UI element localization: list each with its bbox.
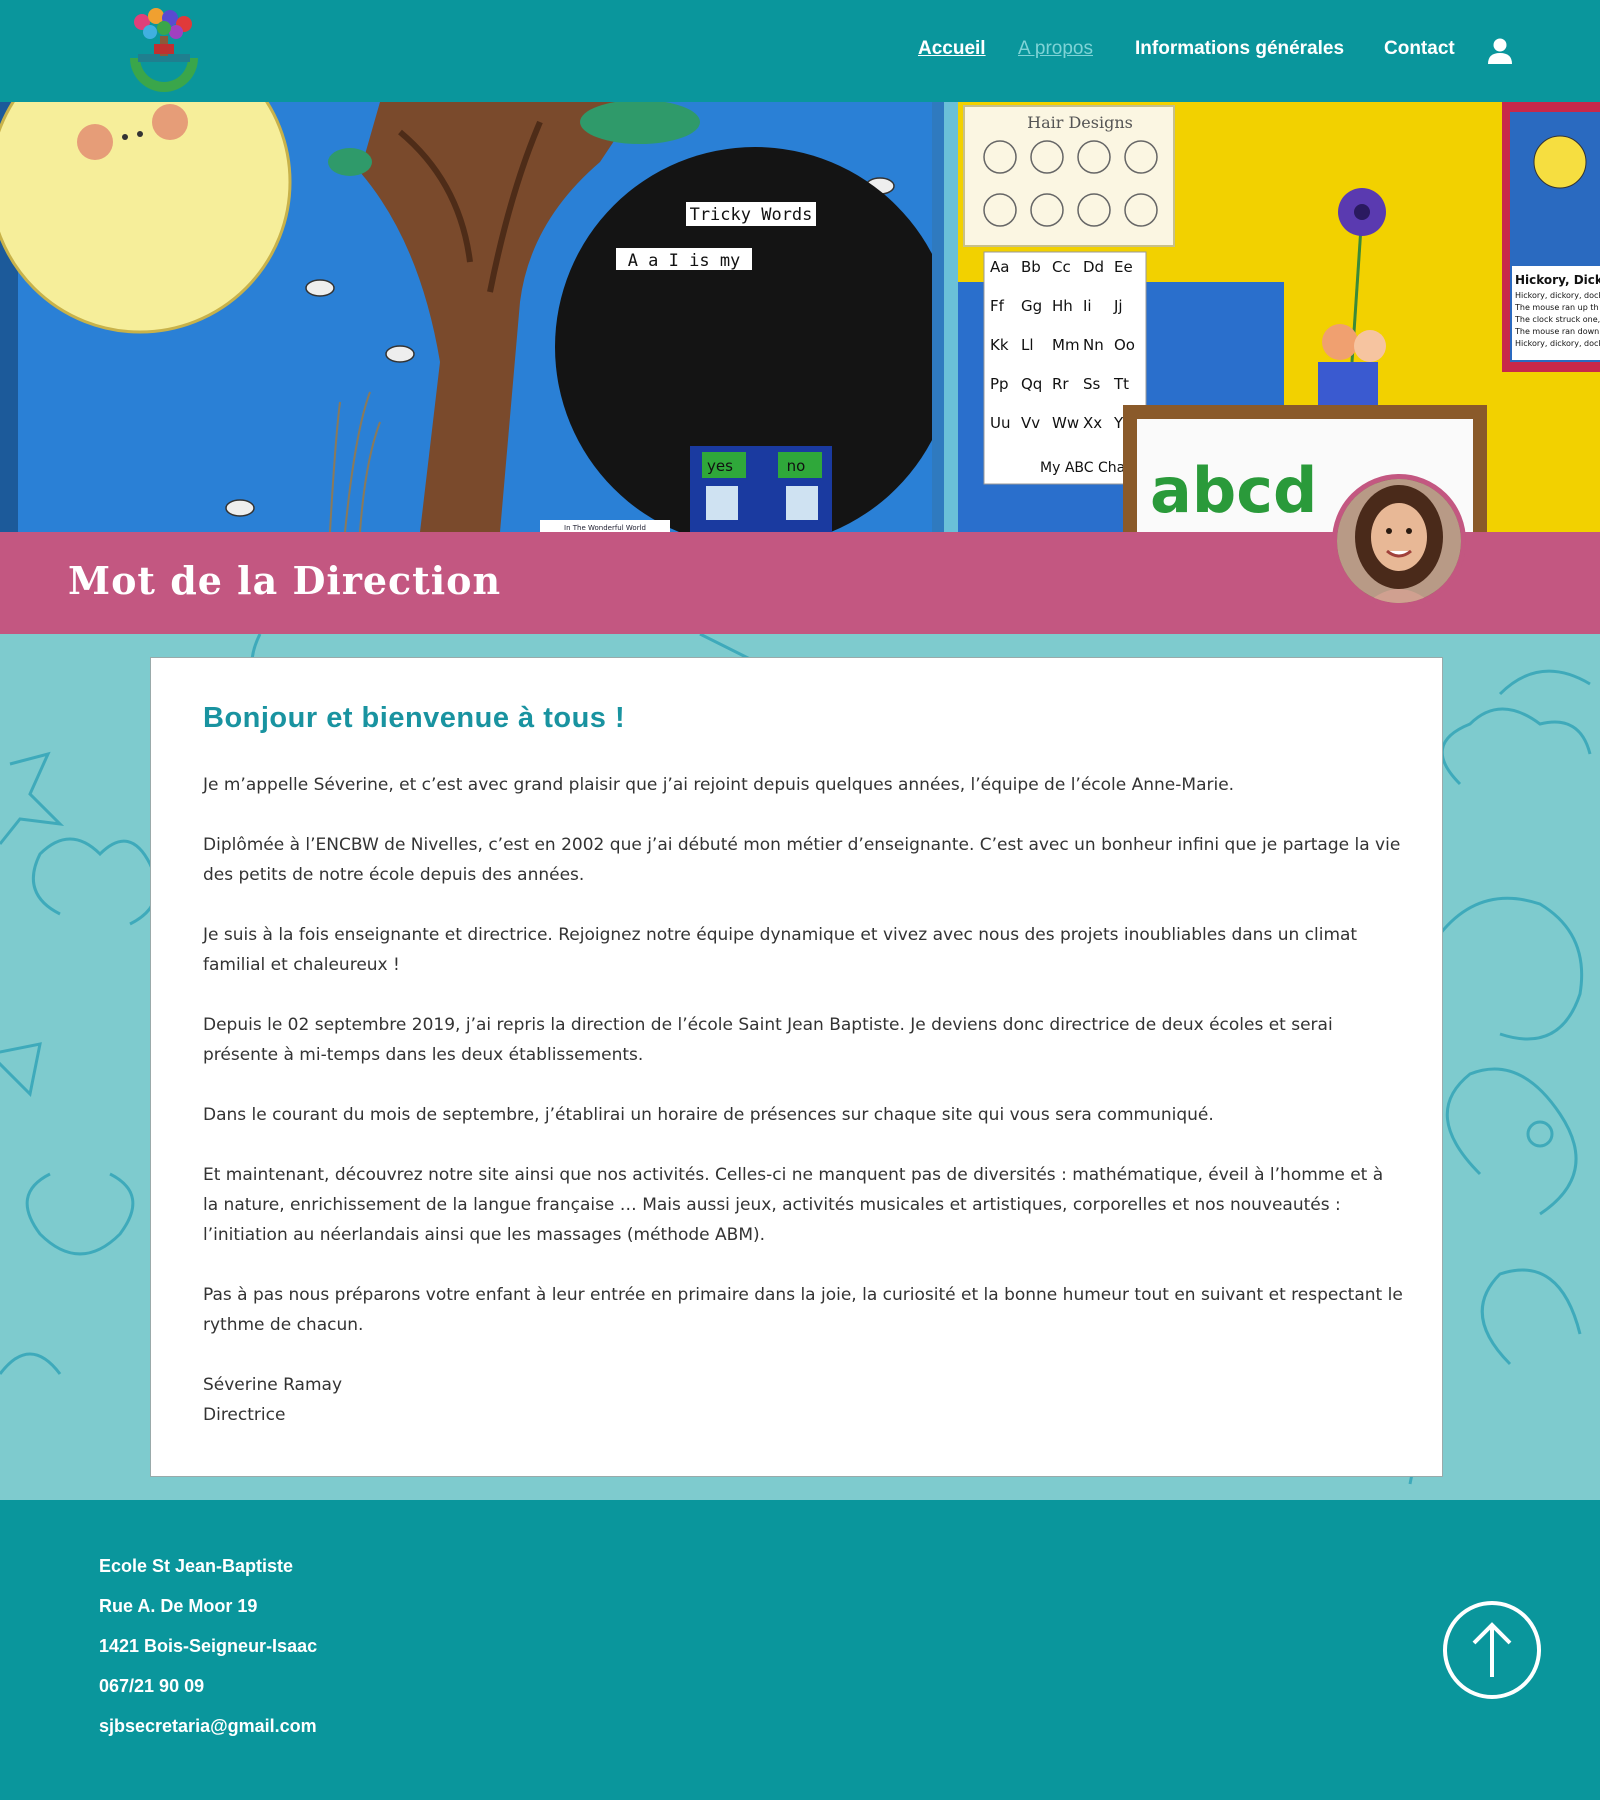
hickory-line: Hickory, dickory, dock — [1515, 339, 1600, 348]
content-section: Bonjour et bienvenue à tous ! Je m’appel… — [0, 634, 1600, 1500]
hickory-poem: Hickory, dickory, dock The mouse ran up t… — [1514, 291, 1600, 348]
nav-contact[interactable]: Contact — [1384, 38, 1455, 60]
alphabet-pair: Ii — [1083, 297, 1092, 315]
paragraph: Pas à pas nous préparons votre enfant à … — [203, 1285, 1403, 1335]
yes-card: yes — [707, 457, 733, 475]
alphabet-pair: Jj — [1113, 297, 1123, 315]
main-nav: Accueil A propos Informations générales … — [0, 0, 1600, 102]
alphabet-pair: Mm — [1052, 336, 1080, 354]
arrow-up-icon — [1472, 1622, 1512, 1677]
alphabet-pair: Hh — [1052, 297, 1073, 315]
alphabet-pair: Vv — [1021, 414, 1040, 432]
alphabet-pair: Ff — [990, 297, 1005, 315]
magnet-letters: abcd — [1150, 454, 1317, 527]
welcome-text: Je m’appelle Séverine, et c’est avec gra… — [203, 770, 1403, 1430]
alphabet-pair: Dd — [1083, 258, 1104, 276]
abc-chart-label: My ABC Cha — [1040, 460, 1125, 476]
nav-a-propos[interactable]: A propos — [1018, 38, 1093, 60]
footer-city: 1421 Bois-Seigneur-Isaac — [99, 1636, 318, 1656]
alphabet-pair: Rr — [1052, 375, 1069, 393]
alphabet-pair: Pp — [990, 375, 1009, 393]
nav-accueil[interactable]: Accueil — [918, 38, 986, 60]
signature-role: Directrice — [203, 1405, 286, 1425]
hero-classroom-image: Tricky Words A a I is my yes no In The W… — [0, 102, 1600, 532]
site-footer: Ecole St Jean-Baptiste Rue A. De Moor 19… — [0, 1500, 1600, 1800]
alphabet-pair: Oo — [1114, 336, 1135, 354]
alphabet-pair: Y — [1113, 414, 1124, 432]
alphabet-pair: Ll — [1021, 336, 1034, 354]
director-avatar — [1332, 474, 1466, 608]
paragraph: Je suis à la fois enseignante et directr… — [203, 925, 1358, 975]
alphabet-pair: Tt — [1113, 375, 1129, 393]
contact-info: Ecole St Jean-Baptiste Rue A. De Moor 19… — [99, 1556, 317, 1756]
paragraph: Depuis le 02 septembre 2019, j’ai repris… — [203, 1015, 1333, 1065]
paragraph: Et maintenant, découvrez notre site ains… — [203, 1165, 1384, 1245]
book-title: In The Wonderful World — [564, 524, 646, 532]
alphabet-pair: Qq — [1021, 375, 1042, 393]
welcome-card: Bonjour et bienvenue à tous ! Je m’appel… — [150, 657, 1443, 1477]
signature-name: Séverine Ramay — [203, 1375, 343, 1395]
hickory-line: The mouse ran down — [1514, 327, 1599, 336]
alphabet-pair: Ww — [1052, 414, 1079, 432]
hickory-line: Hickory, dickory, dock — [1515, 291, 1600, 300]
welcome-heading: Bonjour et bienvenue à tous ! — [203, 702, 626, 734]
alphabet-pair: Kk — [990, 336, 1009, 354]
footer-phone[interactable]: 067/21 90 09 — [99, 1676, 317, 1716]
alphabet-pair: Nn — [1083, 336, 1104, 354]
hair-designs-poster-title: Hair Designs — [1027, 113, 1133, 132]
hickory-line: The mouse ran up th — [1514, 303, 1599, 312]
alphabet-pair: Bb — [1021, 258, 1041, 276]
letters-sign: A a I is my — [628, 251, 741, 271]
alphabet-pair: Cc — [1052, 258, 1071, 276]
tricky-words-sign: Tricky Words — [690, 205, 813, 225]
site-header: Accueil A propos Informations générales … — [0, 0, 1600, 102]
alphabet-pair: Ee — [1114, 258, 1133, 276]
nav-informations-generales[interactable]: Informations générales — [1135, 38, 1344, 60]
alphabet-pair: Uu — [990, 414, 1011, 432]
hickory-line: The clock struck one, — [1514, 315, 1600, 324]
paragraph: Diplômée à l’ENCBW de Nivelles, c’est en… — [203, 835, 1401, 885]
footer-school-name: Ecole St Jean-Baptiste — [99, 1556, 294, 1576]
footer-street: Rue A. De Moor 19 — [99, 1596, 258, 1616]
alphabet-pair: Xx — [1083, 414, 1102, 432]
no-card: no — [787, 457, 806, 475]
page-title: Mot de la Direction — [68, 558, 502, 603]
signature: Séverine Ramay Directrice — [203, 1370, 1403, 1430]
footer-email[interactable]: sjbsecretaria@gmail.com — [99, 1716, 317, 1756]
alphabet-pair: Ss — [1083, 375, 1101, 393]
hickory-title: Hickory, Dickory, — [1515, 273, 1600, 287]
paragraph: Dans le courant du mois de septembre, j’… — [203, 1105, 1214, 1125]
alphabet-pair: Aa — [990, 258, 1009, 276]
alphabet-pair: Gg — [1021, 297, 1042, 315]
paragraph: Je m’appelle Séverine, et c’est avec gra… — [203, 775, 1235, 795]
scroll-to-top-button[interactable] — [1443, 1601, 1541, 1699]
user-icon[interactable] — [1488, 38, 1512, 64]
